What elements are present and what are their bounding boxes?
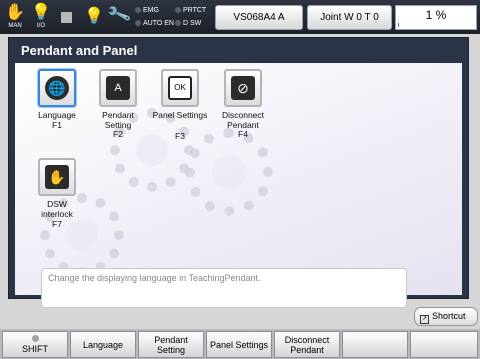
speed-bar xyxy=(398,23,399,27)
fkey-label: Disconnect Pendant xyxy=(284,334,330,355)
f3-panel-settings-key[interactable]: Panel Settings xyxy=(206,331,272,358)
manual-mode-indicator[interactable]: ✋ MAN xyxy=(4,3,26,31)
led-icon xyxy=(175,7,181,13)
led-icon xyxy=(135,7,141,13)
led-icon xyxy=(175,20,181,26)
fkey-label: SHIFT xyxy=(22,344,48,354)
dsw-interlock-function[interactable]: ✋ DSW interlock F7 xyxy=(27,158,87,229)
wrench-icon[interactable]: 🔧 xyxy=(106,2,133,28)
function-key: F7 xyxy=(52,219,62,229)
io-indicator[interactable]: 💡 I/O xyxy=(30,3,52,31)
bulb-io-icon: 💡 xyxy=(31,4,51,21)
indicator-d-sw: D SW xyxy=(175,19,201,28)
led-icon xyxy=(135,20,141,26)
stop-icon[interactable] xyxy=(61,12,72,23)
shift-key[interactable]: SHIFT xyxy=(2,331,68,358)
fkey-label: Pendant Setting xyxy=(154,334,188,355)
panel-settings-icon: OK xyxy=(168,76,192,100)
dsw-hand-icon: ✋ xyxy=(45,165,69,189)
pendant-setting-tile[interactable]: A xyxy=(99,69,137,107)
f6-key[interactable] xyxy=(410,331,478,358)
indicator-prtct: PRTCT xyxy=(175,6,206,15)
f2-pendant-setting-key[interactable]: Pendant Setting xyxy=(138,331,204,358)
function-label: Panel Settings xyxy=(152,110,208,120)
fkey-label: Language xyxy=(82,339,124,350)
fkey-label: Panel Settings xyxy=(209,339,269,350)
pendant-panel-window: Pendant and Panel 🌐 Language F1 A Pendan… xyxy=(8,37,469,308)
globe-icon: 🌐 xyxy=(45,76,69,100)
disconnect-pendant-tile[interactable]: ⊘ xyxy=(224,69,262,107)
pendant-setting-function[interactable]: A Pendant Setting F2 xyxy=(88,69,148,139)
disconnect-pendant-function[interactable]: ⊘ Disconnect Pendant F4 xyxy=(213,69,273,139)
function-key: F3 xyxy=(175,131,185,141)
panel-settings-function[interactable]: OK Panel Settings F3 xyxy=(150,69,210,141)
disconnect-icon: ⊘ xyxy=(231,76,255,100)
function-area: 🌐 Language F1 A Pendant Setting F2 OK Pa… xyxy=(15,63,462,308)
function-key: F2 xyxy=(113,129,123,139)
page-title: Pendant and Panel xyxy=(21,43,138,58)
io-label: I/O xyxy=(36,23,45,29)
function-label: Disconnect Pendant xyxy=(221,110,265,130)
robot-type-button[interactable]: VS068A4 A xyxy=(215,5,303,30)
shortcut-label: Shortcut xyxy=(432,311,466,321)
speed-indicator[interactable]: 1 % xyxy=(395,5,477,30)
shortcut-icon: ↗ xyxy=(420,315,429,324)
status-bar: ✋ MAN 💡 I/O 💡 🔧 EMG PRTCT AUTO EN D SW V… xyxy=(0,0,480,34)
lamp-icon[interactable]: 💡 xyxy=(84,6,104,26)
language-tile[interactable]: 🌐 xyxy=(38,69,76,107)
function-label: Pendant Setting xyxy=(102,110,134,130)
function-key: F4 xyxy=(238,129,248,139)
language-function[interactable]: 🌐 Language F1 xyxy=(27,69,87,130)
hand-icon: ✋ xyxy=(5,4,25,21)
pendant-setting-icon: A xyxy=(106,76,130,100)
panel-settings-tile[interactable]: OK xyxy=(161,69,199,107)
mode-label: MAN xyxy=(8,23,22,29)
indicator-emg: EMG xyxy=(135,6,159,15)
function-key: F1 xyxy=(52,120,62,130)
f5-key[interactable] xyxy=(342,331,408,358)
f1-language-key[interactable]: Language xyxy=(70,331,136,358)
f4-disconnect-pendant-key[interactable]: Disconnect Pendant xyxy=(274,331,340,358)
function-label: DSW interlock xyxy=(41,199,73,219)
shortcut-button[interactable]: ↗ Shortcut xyxy=(414,307,478,326)
shift-led-icon xyxy=(31,335,39,342)
dsw-interlock-tile[interactable]: ✋ xyxy=(38,158,76,196)
gear-background-icon xyxy=(185,128,273,216)
indicator-auto-en: AUTO EN xyxy=(135,19,174,28)
speed-text: 1 % xyxy=(425,8,447,22)
joint-mode-button[interactable]: Joint W 0 T 0 xyxy=(307,5,392,30)
function-label: Language xyxy=(38,110,76,120)
description-box: Change the displaying language in Teachi… xyxy=(41,268,407,308)
